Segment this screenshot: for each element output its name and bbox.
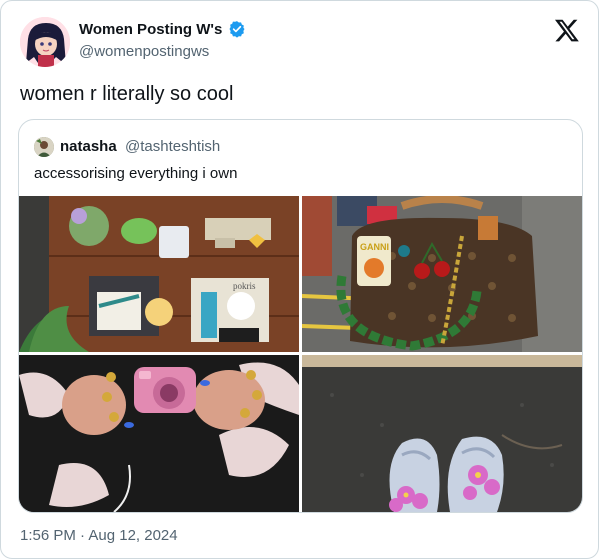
author-avatar[interactable] xyxy=(20,17,70,67)
media-image-1[interactable]: pokris xyxy=(19,196,299,352)
media-image-2[interactable]: GANNI xyxy=(302,196,582,352)
avatar-illustration xyxy=(20,17,70,67)
quoted-author-handle[interactable]: @tashteshtish xyxy=(125,138,220,155)
media-grid: pokris GANNI xyxy=(19,196,582,512)
quoted-author-avatar[interactable] xyxy=(34,137,54,157)
author-display-name[interactable]: Women Posting W's xyxy=(79,21,222,38)
tweet-timestamp[interactable]: 1:56 PM · Aug 12, 2024 xyxy=(20,527,178,544)
verified-badge-icon xyxy=(228,20,246,38)
x-logo-icon[interactable] xyxy=(554,17,580,43)
tweet-card: Women Posting W's @womenpostingws women … xyxy=(0,0,599,559)
tweet-text: women r literally so cool xyxy=(20,83,234,105)
quoted-tweet-text: accessorising everything i own xyxy=(34,165,238,182)
author-handle[interactable]: @womenpostingws xyxy=(79,43,209,60)
quoted-tweet[interactable]: natasha @tashteshtish accessorising ever… xyxy=(18,119,583,513)
author-name-row: Women Posting W's xyxy=(79,20,246,38)
media-image-3[interactable] xyxy=(19,355,299,512)
book-title-text: pokris xyxy=(233,281,256,291)
quoted-author-name[interactable]: natasha xyxy=(60,138,117,155)
charm-label-text: GANNI xyxy=(360,242,389,252)
media-image-4[interactable] xyxy=(302,355,582,512)
